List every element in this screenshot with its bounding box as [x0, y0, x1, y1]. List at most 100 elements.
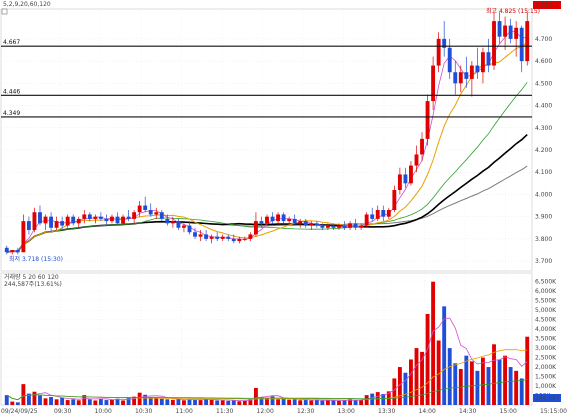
last-price-value: 4.780: [535, 2, 552, 9]
price-tick-label: 4.000: [535, 191, 552, 198]
level-label: 4.667: [3, 39, 20, 46]
volume-bar: [469, 361, 474, 405]
time-tick-label: 13:00: [338, 408, 355, 415]
volume-bar: [110, 399, 114, 405]
volume-bar: [519, 378, 524, 405]
candle-body: [93, 216, 98, 219]
volume-tick-label: 4,000K: [535, 326, 557, 333]
volume-tick-label: 1,500K: [535, 374, 557, 381]
volume-bar: [209, 399, 214, 405]
candle-body: [314, 223, 319, 226]
candle-body: [76, 218, 81, 224]
volume-bar: [231, 400, 236, 405]
candle-body: [397, 174, 402, 190]
volume-bar: [15, 402, 20, 405]
volume-bar: [503, 355, 508, 405]
volume-bar: [54, 399, 59, 405]
candle-body: [420, 138, 424, 155]
time-tick-label: 11:30: [216, 408, 233, 415]
volume-bar: [281, 398, 286, 405]
price-tick-label: 3.800: [535, 236, 552, 243]
candle-body: [475, 65, 480, 73]
candle-body: [182, 225, 186, 228]
candle-body: [32, 212, 37, 230]
price-tick-label: 3.900: [535, 214, 552, 221]
volume-tick-label: 6,500K: [535, 279, 557, 286]
candle-body: [148, 210, 153, 215]
candle-body: [237, 238, 242, 242]
volume-bar: [480, 357, 485, 405]
candle-body: [503, 25, 508, 37]
volume-bar: [342, 400, 347, 405]
candle-body: [87, 214, 92, 219]
menu-icon[interactable]: [1, 8, 8, 15]
price-tick-label: 4.700: [535, 36, 552, 43]
high-price-label: 최고 4.825 (15:15): [486, 7, 540, 15]
time-tick-label: 10:00: [95, 408, 112, 415]
candle-body: [425, 101, 430, 139]
candle-body: [143, 205, 148, 210]
volume-bar: [325, 400, 330, 405]
candle-body: [486, 52, 491, 66]
volume-bar: [170, 399, 175, 405]
candle-body: [265, 216, 269, 224]
candle-body: [26, 221, 31, 230]
candle-body: [386, 210, 391, 217]
candle-body: [248, 234, 253, 239]
candle-body: [154, 212, 159, 215]
price-tick-label: 4.600: [535, 58, 552, 65]
volume-tick-label: 4,500K: [535, 317, 557, 324]
volume-bar: [93, 400, 98, 405]
candle-body: [115, 216, 120, 224]
volume-bar: [287, 399, 292, 405]
candle-body: [65, 216, 70, 226]
candle-body: [187, 225, 192, 233]
candle-body: [375, 210, 380, 219]
candle-body: [43, 216, 48, 224]
candle-body: [176, 221, 181, 228]
time-tick-label: 15:15:00: [540, 408, 567, 415]
volume-bar: [353, 400, 358, 405]
volume-bar: [525, 336, 530, 405]
candle-body: [126, 216, 131, 219]
volume-bar: [464, 355, 469, 405]
candle-body: [49, 216, 54, 228]
candle-body: [436, 38, 441, 66]
time-tick-label: 12:00: [257, 408, 274, 415]
volume-bar: [486, 367, 491, 405]
price-tick-label: 4.300: [535, 125, 552, 132]
price-panel: [0, 8, 533, 272]
candle-body: [226, 236, 231, 239]
volume-bar: [314, 399, 319, 405]
candle-body: [137, 205, 142, 213]
candle-body: [215, 236, 220, 239]
candle-body: [253, 221, 258, 235]
volume-tick-label: 2,000K: [535, 364, 557, 371]
candle-body: [170, 221, 175, 224]
volume-bar: [49, 397, 54, 405]
volume-legend: 거래량 5 20 60 120: [4, 273, 59, 281]
candle-body: [414, 154, 419, 166]
candle-body: [292, 218, 297, 224]
candle-body: [159, 212, 164, 219]
volume-bar: [276, 399, 281, 405]
volume-bar: [198, 400, 203, 405]
volume-bar: [104, 400, 109, 405]
candle-body: [38, 212, 42, 224]
time-tick-label: 12:30: [297, 408, 314, 415]
last-volume-value: 244,587: [535, 395, 560, 402]
volume-tick-label: 1,000K: [535, 383, 557, 390]
candle-body: [508, 25, 513, 39]
candle-body: [15, 250, 20, 253]
candle-body: [21, 221, 26, 253]
volume-bar: [154, 397, 159, 405]
volume-bar: [187, 399, 192, 405]
candle-body: [464, 72, 469, 79]
candle-body: [132, 212, 137, 219]
candle-body: [392, 190, 397, 210]
time-tick-label: 13:30: [378, 408, 395, 415]
volume-bar: [76, 400, 81, 405]
volume-bar: [253, 387, 258, 405]
time-tick-label: 10:30: [135, 408, 152, 415]
time-tick-label: 14:30: [459, 408, 476, 415]
